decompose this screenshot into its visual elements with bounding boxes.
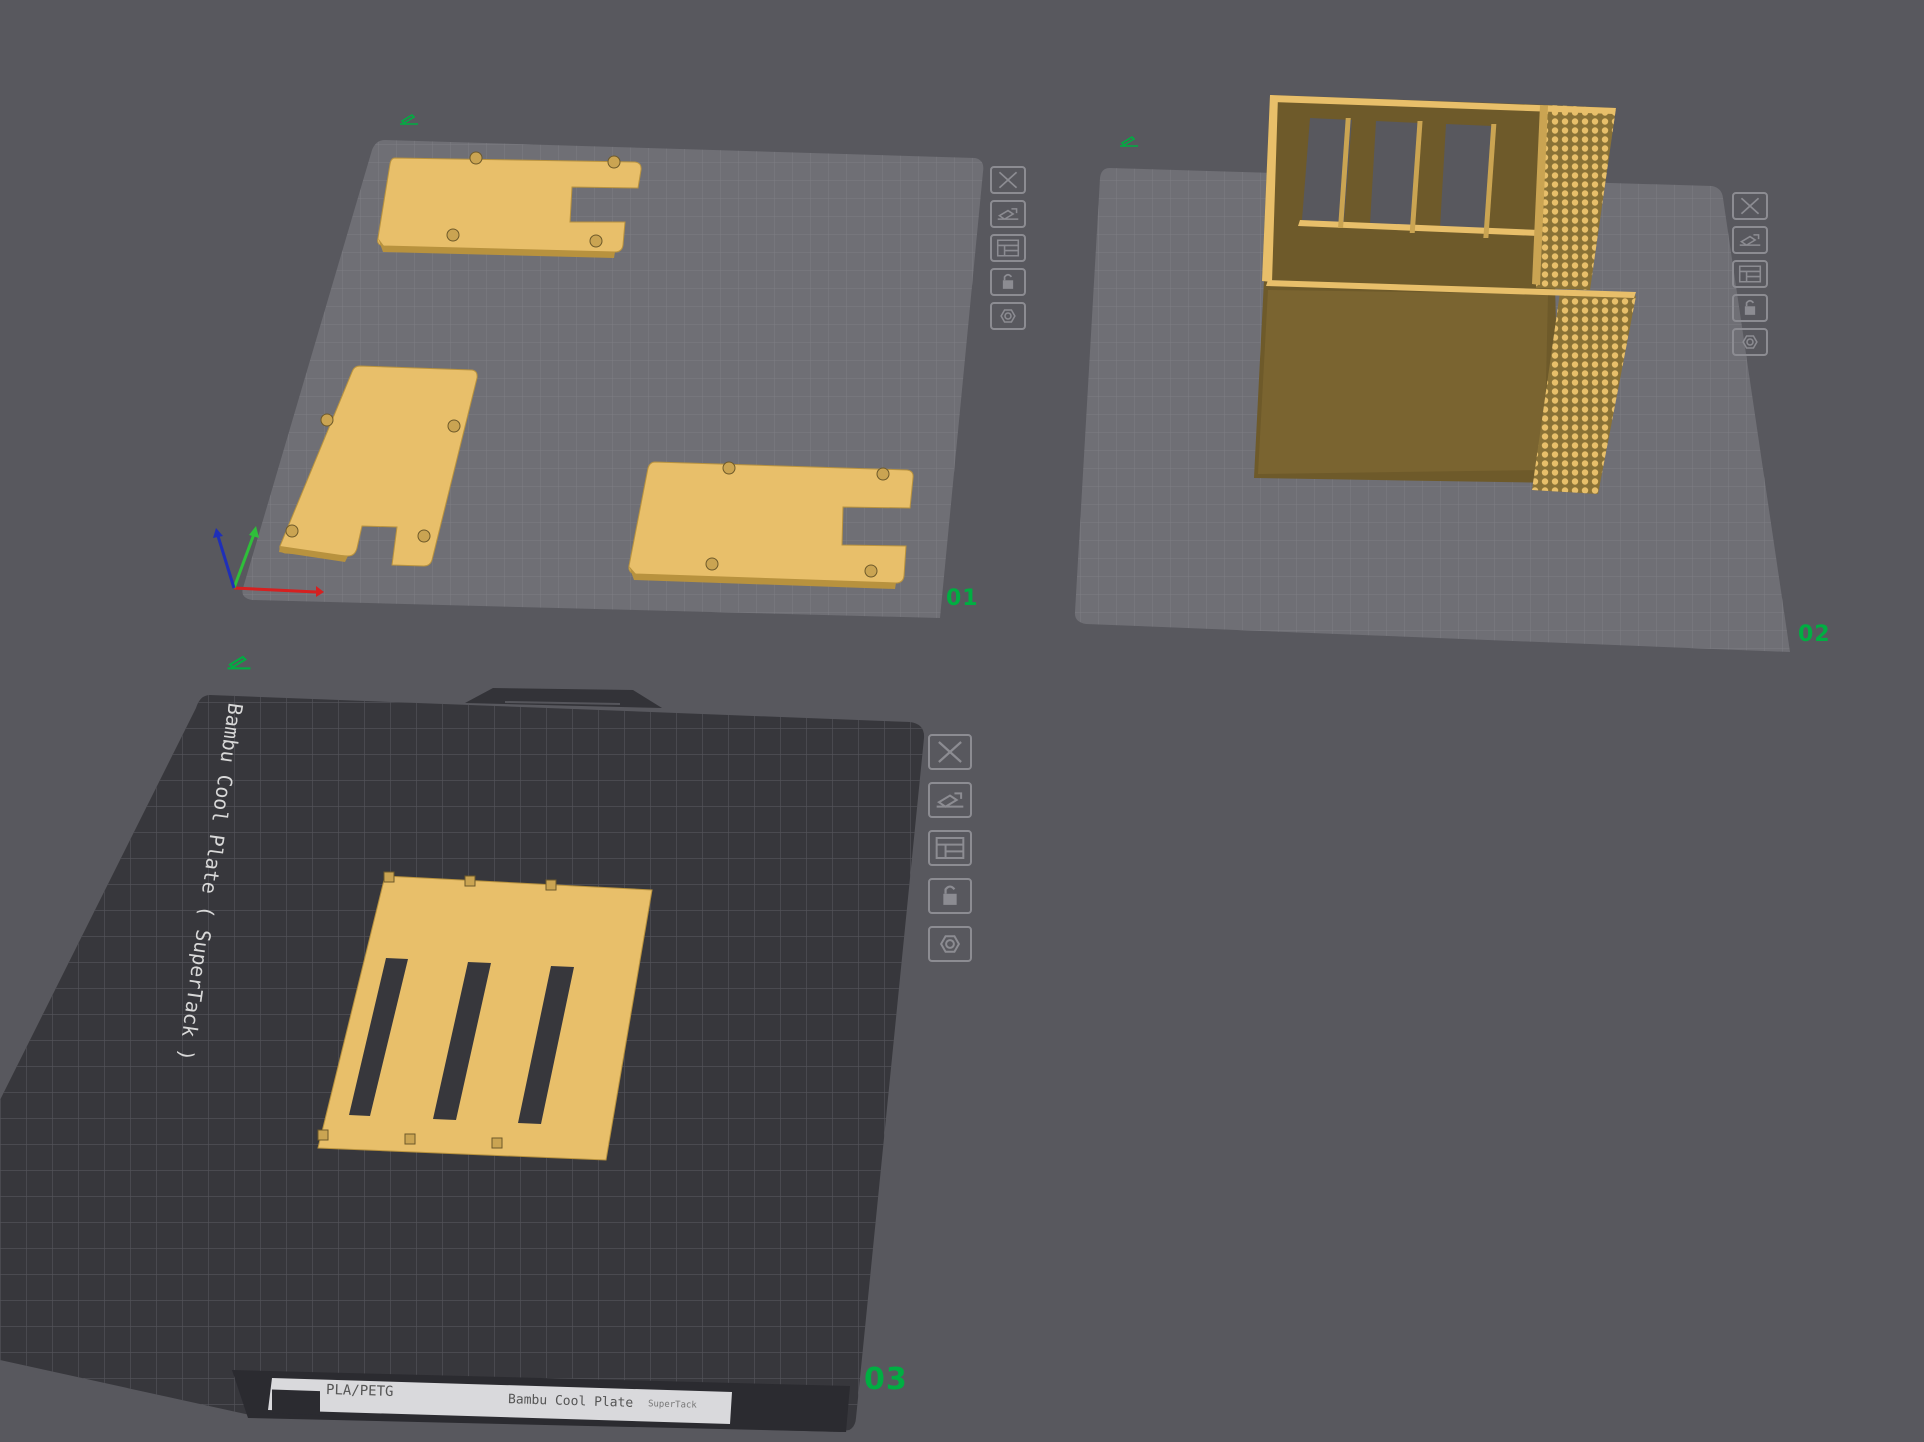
plate-02-close-button[interactable] xyxy=(1732,192,1768,220)
sticker-material: PLA/PETG xyxy=(325,1382,394,1400)
plate-03-arrange-button[interactable] xyxy=(928,830,972,866)
plate-number-02: 02 xyxy=(1798,622,1831,647)
plate-03-toolbar xyxy=(928,734,972,962)
plate-01-orient-button[interactable] xyxy=(990,200,1026,228)
edit-plate-03-icon[interactable] xyxy=(225,652,253,672)
auto-orient-icon xyxy=(936,792,964,808)
plate-number-03: 03 xyxy=(864,1362,908,1397)
settings-icon xyxy=(939,935,961,953)
edit-plate-01-icon[interactable] xyxy=(398,112,420,126)
auto-orient-icon xyxy=(1739,234,1761,247)
model-enclosure[interactable] xyxy=(1254,95,1636,494)
plate-01-close-button[interactable] xyxy=(990,166,1026,194)
plate-02-lock-button[interactable] xyxy=(1732,294,1768,322)
plate-02[interactable] xyxy=(1074,95,1790,652)
plate-01-toolbar xyxy=(990,166,1026,330)
plate-02-arrange-button[interactable] xyxy=(1732,260,1768,288)
arrange-icon xyxy=(1738,265,1762,283)
edit-plate-02-icon[interactable] xyxy=(1118,134,1140,148)
sticker-plate-subtype: SuperTack xyxy=(647,1399,697,1411)
lock-icon xyxy=(1744,299,1756,315)
arrange-icon xyxy=(996,239,1020,257)
plate-03-settings-button[interactable] xyxy=(928,926,972,962)
plate-01-arrange-button[interactable] xyxy=(990,234,1026,262)
arrange-icon xyxy=(935,837,965,859)
close-icon xyxy=(1740,197,1760,215)
plate-02-orient-button[interactable] xyxy=(1732,226,1768,254)
viewport-3d[interactable] xyxy=(0,0,1924,1442)
plate-02-settings-button[interactable] xyxy=(1732,328,1768,356)
plate-03-orient-button[interactable] xyxy=(928,782,972,818)
plate-03[interactable] xyxy=(0,688,925,1432)
close-icon xyxy=(938,741,962,763)
plate-03-close-button[interactable] xyxy=(928,734,972,770)
lock-icon xyxy=(943,885,957,905)
close-icon xyxy=(998,171,1018,189)
lock-icon xyxy=(1002,273,1014,289)
auto-orient-icon xyxy=(997,208,1019,221)
plate-03-lock-button[interactable] xyxy=(928,878,972,914)
plate-01-lock-button[interactable] xyxy=(990,268,1026,296)
settings-icon xyxy=(1742,335,1758,349)
plate-number-01: 01 xyxy=(946,586,979,611)
plate-02-toolbar xyxy=(1732,192,1768,356)
plate-01[interactable] xyxy=(213,140,984,618)
plate-01-settings-button[interactable] xyxy=(990,302,1026,330)
settings-icon xyxy=(1000,309,1016,323)
